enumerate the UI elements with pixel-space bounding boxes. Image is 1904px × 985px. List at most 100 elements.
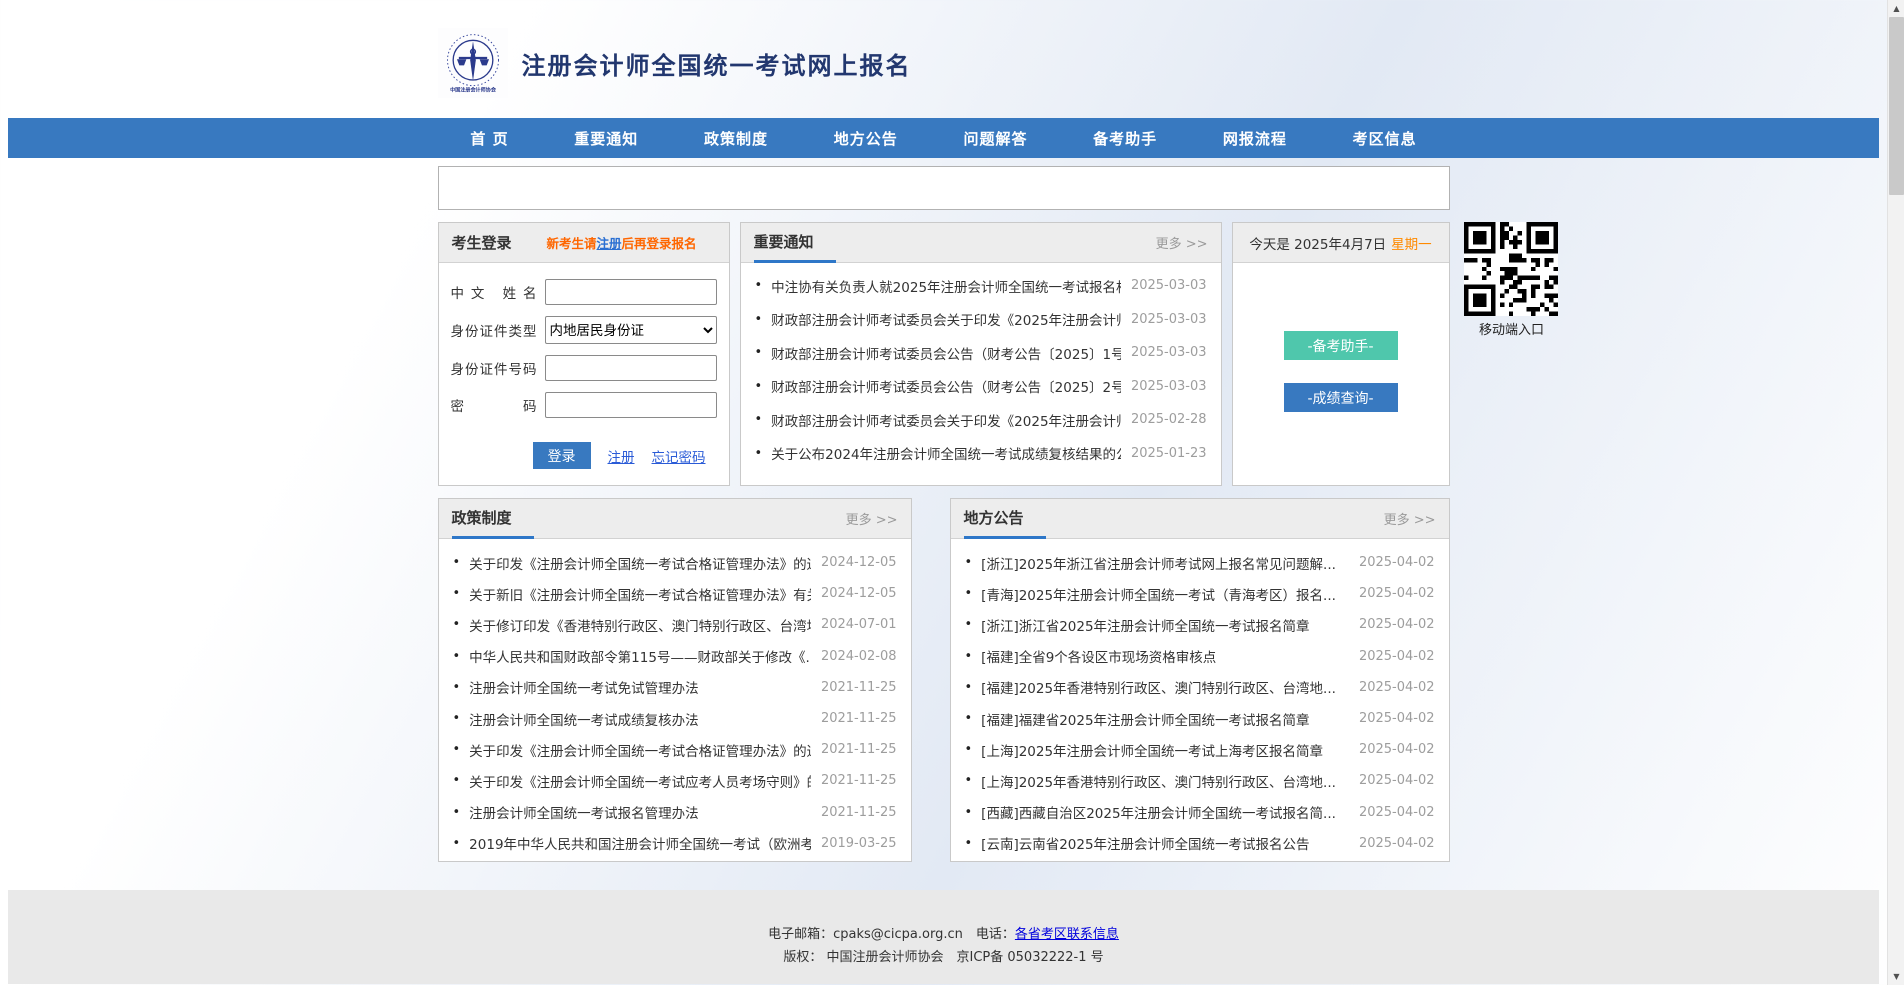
password-input[interactable]: [545, 392, 717, 418]
announcement-link[interactable]: [西藏]西藏自治区2025年注册会计师全国统一考试报名简...: [981, 802, 1349, 822]
province-contact-link[interactable]: 各省考区联系信息: [1015, 927, 1119, 942]
today-panel: 今天是 2025年4月7日星期一 -备考助手- -成绩查询-: [1232, 222, 1450, 486]
announcement-link[interactable]: 2019年中华人民共和国注册会计师全国统一考试（欧洲考区...: [469, 833, 811, 853]
announcement-link[interactable]: [浙江]浙江省2025年注册会计师全国统一考试报名简章: [981, 615, 1349, 635]
list-item: •[上海]2025年香港特别行政区、澳门特别行政区、台湾地...2025-04-…: [965, 765, 1435, 796]
bullet-icon: •: [755, 379, 763, 394]
policies-list: •关于印发《注册会计师全国统一考试合格证管理办法》的通知2024-12-05•关…: [439, 539, 911, 859]
announcement-link[interactable]: 关于印发《注册会计师全国统一考试应考人员考场守则》的通知: [469, 771, 811, 791]
list-item: •注册会计师全国统一考试成绩复核办法2021-11-25: [453, 703, 897, 734]
announcement-link[interactable]: 关于修订印发《香港特别行政区、澳门特别行政区、台湾地区居...: [469, 615, 811, 635]
chinese-name-input[interactable]: [545, 279, 717, 305]
notices-more-link[interactable]: 更多 >>: [1156, 233, 1208, 252]
nav-item[interactable]: 考区信息: [1353, 128, 1417, 149]
policies-more-link[interactable]: 更多 >>: [846, 509, 898, 528]
announcement-link[interactable]: 财政部注册会计师考试委员会关于印发《2025年注册会计师...: [771, 410, 1121, 430]
announcement-link[interactable]: 关于新旧《注册会计师全国统一考试合格证管理办法》有关衔接...: [469, 584, 811, 604]
announcement-link[interactable]: 财政部注册会计师考试委员会关于印发《2025年注册会计师...: [771, 309, 1121, 329]
item-date: 2021-11-25: [821, 805, 897, 820]
forgot-password-link[interactable]: 忘记密码: [652, 446, 706, 466]
footer-contact-line: 电子邮箱：cpaks@cicpa.org.cn 电话：各省考区联系信息: [8, 923, 1879, 946]
announcement-link[interactable]: 财政部注册会计师考试委员会公告（财考公告〔2025〕1号...: [771, 343, 1121, 363]
announcement-link[interactable]: [福建]2025年香港特别行政区、澳门特别行政区、台湾地...: [981, 677, 1349, 697]
announcement-banner: [438, 166, 1450, 210]
bullet-icon: •: [453, 742, 461, 757]
hint-prefix: 新考生请: [547, 236, 597, 251]
id-number-input[interactable]: [545, 355, 717, 381]
announcement-link[interactable]: 关于印发《注册会计师全国统一考试合格证管理办法》的通知: [469, 740, 811, 760]
nav-item[interactable]: 政策制度: [704, 128, 768, 149]
item-date: 2025-01-23: [1131, 446, 1207, 461]
today-weekday: 星期一: [1391, 233, 1432, 253]
policies-panel: 政策制度 更多 >> • 关于印发《注册会计师全国统一考试合格证管理办法》的通知 2…: [438, 498, 912, 862]
announcement-link[interactable]: 中注协有关负责人就2025年注册会计师全国统一考试报名相...: [771, 276, 1121, 296]
announcement-link[interactable]: [福建]全省9个各设区市现场资格审核点: [981, 646, 1349, 666]
list-item: •[上海]2025年注册会计师全国统一考试上海考区报名简章2025-04-02: [965, 734, 1435, 765]
item-date: 2019-03-25: [821, 836, 897, 851]
announcement-link[interactable]: [青海]2025年注册会计师全国统一考试（青海考区）报名...: [981, 584, 1349, 604]
phone-label: 电话：: [976, 927, 1015, 942]
announcement-link[interactable]: [上海]2025年香港特别行政区、澳门特别行政区、台湾地...: [981, 771, 1349, 791]
scroll-down-icon[interactable]: ▼: [1888, 968, 1904, 985]
bullet-icon: •: [453, 649, 461, 664]
item-date: 2025-04-02: [1359, 555, 1435, 570]
announcement-link[interactable]: 注册会计师全国统一考试免试管理办法: [469, 677, 811, 697]
bullet-icon: •: [453, 711, 461, 726]
announcement-link[interactable]: 注册会计师全国统一考试报名管理办法: [469, 802, 811, 822]
svg-text:中国注册会计师协会: 中国注册会计师协会: [450, 86, 497, 93]
announcement-link[interactable]: [浙江]2025年浙江省注册会计师考试网上报名常见问题解...: [981, 553, 1349, 573]
item-date: 2025-04-02: [1359, 836, 1435, 851]
bullet-icon: •: [453, 586, 461, 601]
register-link[interactable]: 注册: [608, 446, 635, 466]
bullet-icon: •: [965, 773, 973, 788]
announcement-link[interactable]: [上海]2025年注册会计师全国统一考试上海考区报名简章: [981, 740, 1349, 760]
main-navbar: 首 页 重要通知 政策制度 地方公告 问题解答 备考助手 网报流程 考区信息: [8, 118, 1879, 158]
item-date: 2025-03-03: [1131, 312, 1207, 327]
bullet-icon: •: [453, 555, 461, 570]
nav-item[interactable]: 网报流程: [1223, 128, 1287, 149]
site-footer: 电子邮箱：cpaks@cicpa.org.cn 电话：各省考区联系信息 版权： …: [8, 890, 1879, 984]
exam-helper-button[interactable]: -备考助手-: [1284, 331, 1398, 360]
nav-item[interactable]: 首 页: [470, 128, 508, 149]
local-more-link[interactable]: 更多 >>: [1384, 509, 1436, 528]
list-item: • 中注协有关负责人就2025年注册会计师全国统一考试报名相... 2025-03-…: [755, 269, 1207, 303]
scrollbar-thumb[interactable]: [1889, 17, 1904, 195]
bullet-icon: •: [965, 617, 973, 632]
item-date: 2025-04-02: [1359, 586, 1435, 601]
policies-title: 政策制度: [452, 500, 534, 539]
id-number-label: 身份证件号码: [451, 358, 537, 378]
item-date: 2025-03-03: [1131, 379, 1207, 394]
announcement-link[interactable]: [福建]福建省2025年注册会计师全国统一考试报名简章: [981, 709, 1349, 729]
item-date: 2025-02-28: [1131, 412, 1207, 427]
item-date: 2025-04-02: [1359, 649, 1435, 664]
vertical-scrollbar[interactable]: ▲ ▼: [1887, 0, 1904, 985]
list-item: •财政部注册会计师考试委员会关于印发《2025年注册会计师...2025-02-…: [755, 403, 1207, 437]
item-date: 2024-07-01: [821, 617, 897, 632]
scroll-up-icon[interactable]: ▲: [1888, 0, 1904, 17]
item-date: 2025-03-03: [1131, 278, 1207, 293]
announcement-link[interactable]: 关于印发《注册会计师全国统一考试合格证管理办法》的通知: [469, 553, 811, 573]
register-inline-link[interactable]: 注册: [597, 236, 622, 251]
bullet-icon: •: [965, 555, 973, 570]
announcement-link[interactable]: 中华人民共和国财政部令第115号——财政部关于修改《...: [469, 646, 811, 666]
nav-item[interactable]: 备考助手: [1093, 128, 1157, 149]
nav-item[interactable]: 地方公告: [834, 128, 898, 149]
bullet-icon: •: [453, 836, 461, 851]
id-type-select[interactable]: 内地居民身份证: [545, 316, 717, 344]
item-date: 2025-04-02: [1359, 711, 1435, 726]
score-query-button[interactable]: -成绩查询-: [1284, 383, 1398, 412]
announcement-link[interactable]: [云南]云南省2025年注册会计师全国统一考试报名公告: [981, 833, 1349, 853]
announcement-link[interactable]: 财政部注册会计师考试委员会公告（财考公告〔2025〕2号...: [771, 376, 1121, 396]
list-item: •关于公布2024年注册会计师全国统一考试成绩复核结果的公...2025-01-…: [755, 437, 1207, 471]
nav-item[interactable]: 重要通知: [574, 128, 638, 149]
bullet-icon: •: [755, 278, 763, 293]
announcement-link[interactable]: 关于公布2024年注册会计师全国统一考试成绩复核结果的公...: [771, 443, 1121, 463]
list-item: •关于新旧《注册会计师全国统一考试合格证管理办法》有关衔接...2024-12-…: [453, 578, 897, 609]
mobile-entry-qr: 移动端入口: [1464, 222, 1560, 338]
login-button[interactable]: 登录: [533, 442, 591, 469]
announcement-link[interactable]: 注册会计师全国统一考试成绩复核办法: [469, 709, 811, 729]
bullet-icon: •: [965, 836, 973, 851]
list-item: •[福建]福建省2025年注册会计师全国统一考试报名简章2025-04-02: [965, 703, 1435, 734]
list-item: •[福建]2025年香港特别行政区、澳门特别行政区、台湾地...2025-04-…: [965, 672, 1435, 703]
nav-item[interactable]: 问题解答: [963, 128, 1027, 149]
